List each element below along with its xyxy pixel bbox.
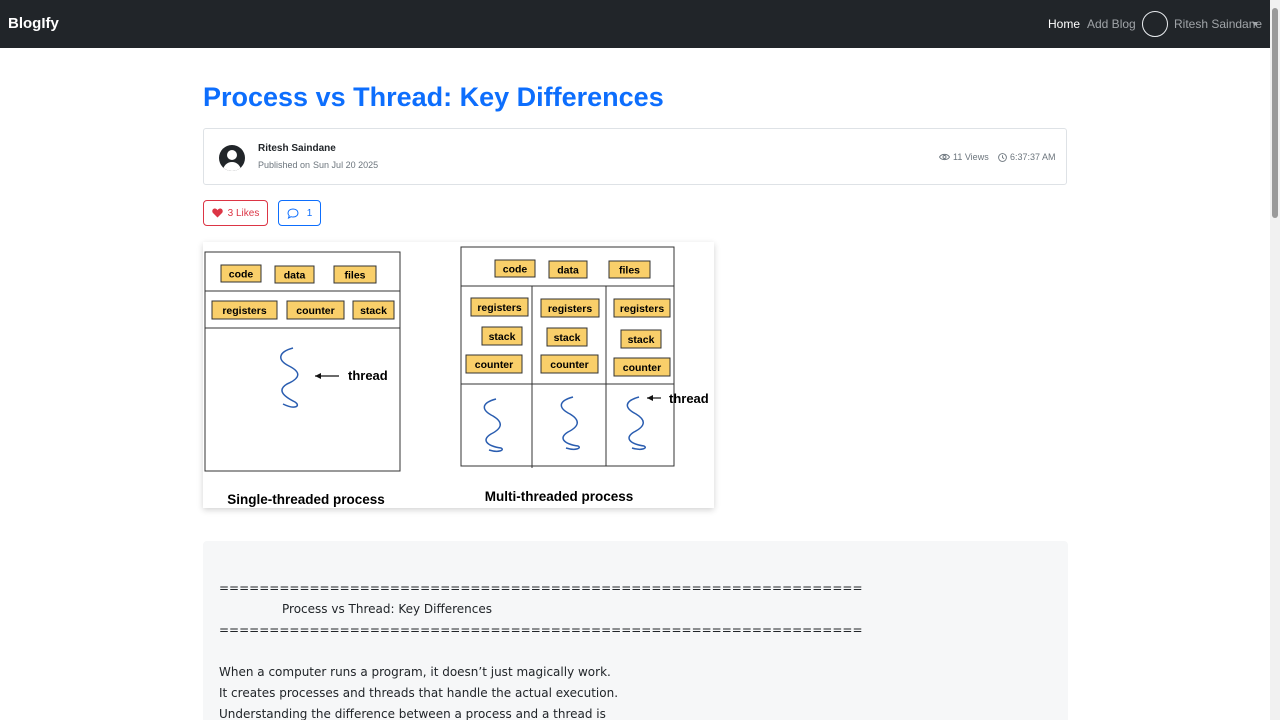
- shared-box: code: [220, 264, 262, 283]
- views-text: 11 Views: [953, 152, 989, 162]
- post-content: ========================================…: [203, 541, 1068, 720]
- svg-text:stack: stack: [489, 331, 516, 343]
- post-meta-card: Ritesh Saindane Published on Sun Jul 20 2…: [203, 128, 1067, 185]
- comment-button[interactable]: 1: [278, 200, 321, 226]
- thread-label: thread: [348, 368, 388, 383]
- top-navbar: BlogIfy Home Add Blog Ritesh Saindane: [0, 0, 1270, 48]
- svg-text:counter: counter: [623, 362, 662, 374]
- paragraph-line: It creates processes and threads that ha…: [219, 686, 619, 700]
- like-button[interactable]: 3 Likes: [203, 200, 268, 226]
- thread-box: registers: [211, 300, 278, 320]
- svg-text:registers: registers: [477, 302, 522, 314]
- shared-box: files: [333, 265, 377, 284]
- svg-text:counter: counter: [296, 305, 335, 317]
- single-caption: Single-threaded process: [227, 492, 385, 507]
- shared-box: files: [608, 260, 651, 279]
- svg-text:registers: registers: [620, 303, 665, 315]
- thread-box: counter: [540, 354, 599, 374]
- thread-box: stack: [546, 327, 588, 347]
- thread-box: counter: [613, 357, 671, 377]
- separator-line: ========================================…: [219, 623, 863, 637]
- view-count: 11 Views: [939, 152, 989, 162]
- thread-box: registers: [613, 298, 671, 318]
- page-scrollbar[interactable]: [1270, 0, 1280, 720]
- content-heading: Process vs Thread: Key Differences: [282, 602, 493, 616]
- chat-bubble-icon: [287, 207, 299, 219]
- thread-box: registers: [540, 298, 600, 318]
- author-name: Ritesh Saindane: [258, 143, 336, 154]
- svg-text:stack: stack: [554, 332, 581, 344]
- thread-box: counter: [286, 300, 345, 320]
- thread-squiggle-icon: [280, 347, 299, 408]
- brand-logo[interactable]: BlogIfy: [8, 15, 59, 32]
- paragraph-line: When a computer runs a program, it doesn…: [219, 665, 611, 679]
- shared-box: data: [548, 260, 588, 279]
- clock-icon: [998, 152, 1007, 162]
- thread-box: stack: [620, 329, 662, 349]
- cover-image: code data files registers counter stack …: [203, 242, 714, 508]
- caret-down-icon[interactable]: [1252, 22, 1258, 26]
- svg-text:files: files: [619, 265, 640, 277]
- thread-box: stack: [481, 326, 523, 346]
- thread-squiggle-icon: [483, 398, 503, 452]
- svg-text:counter: counter: [475, 359, 514, 371]
- thread-label: thread: [669, 391, 709, 406]
- multi-caption: Multi-threaded process: [485, 489, 634, 504]
- time-text: 6:37:37 AM: [1010, 152, 1056, 162]
- likes-count: 3 Likes: [227, 207, 260, 219]
- published-label: Published on: [258, 160, 311, 170]
- nav-add-blog-link[interactable]: Add Blog: [1087, 17, 1136, 31]
- paragraph-line: Understanding the difference between a p…: [219, 707, 606, 720]
- multi-threaded-diagram: code data files registers stack counter …: [460, 246, 709, 504]
- shared-box: code: [494, 259, 536, 278]
- svg-text:counter: counter: [550, 359, 589, 371]
- author-avatar: [219, 145, 245, 171]
- thread-squiggle-icon: [560, 396, 580, 450]
- thread-box: counter: [465, 354, 523, 374]
- thread-squiggle-icon: [626, 396, 646, 450]
- thread-box: stack: [352, 300, 395, 320]
- svg-text:code: code: [503, 264, 528, 276]
- scrollbar-thumb[interactable]: [1272, 8, 1278, 218]
- svg-text:registers: registers: [548, 303, 593, 315]
- separator-line: ========================================…: [219, 581, 863, 595]
- single-threaded-diagram: code data files registers counter stack …: [204, 251, 401, 507]
- comments-count: 1: [306, 207, 313, 219]
- nav-home-link[interactable]: Home: [1048, 17, 1080, 31]
- svg-text:data: data: [557, 265, 579, 277]
- user-menu-toggle[interactable]: Ritesh Saindane: [1174, 17, 1262, 31]
- heart-icon: [211, 208, 223, 218]
- svg-text:registers: registers: [222, 305, 267, 317]
- svg-text:data: data: [284, 270, 306, 282]
- eye-icon: [939, 153, 950, 161]
- svg-text:files: files: [344, 270, 365, 282]
- published-date: Published on Sun Jul 20 2025: [258, 160, 378, 170]
- user-avatar[interactable]: [1142, 11, 1168, 37]
- svg-text:code: code: [229, 269, 254, 281]
- svg-text:stack: stack: [628, 334, 655, 346]
- svg-text:stack: stack: [360, 305, 387, 317]
- publish-time: 6:37:37 AM: [998, 152, 1056, 162]
- post-title: Process vs Thread: Key Differences: [203, 82, 664, 112]
- published-date-value: Sun Jul 20 2025: [313, 160, 379, 170]
- shared-box: data: [274, 265, 315, 284]
- thread-box: registers: [470, 297, 529, 317]
